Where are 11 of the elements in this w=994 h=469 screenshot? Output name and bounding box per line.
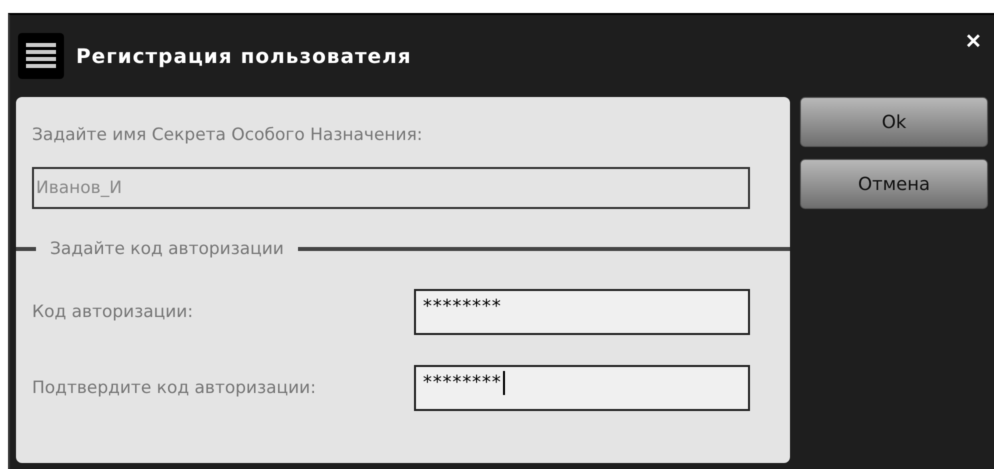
field-label: Подтвердите код авторизации: [32,378,317,398]
menu-icon[interactable] [18,33,64,79]
window-title: Регистрация пользователя [76,44,412,68]
field-label: Код авторизации: [32,302,194,322]
password-field[interactable]: ******** [414,289,750,335]
name-label: Задайте имя Секрета Особого Назначения: [32,125,424,145]
ok-button[interactable]: Ok [800,97,988,147]
password-field[interactable]: ******** [414,365,750,411]
cancel-button[interactable]: Отмена [800,159,988,209]
close-button[interactable]: ✕ [961,29,986,54]
group-legend: Задайте код авторизации [50,239,284,259]
